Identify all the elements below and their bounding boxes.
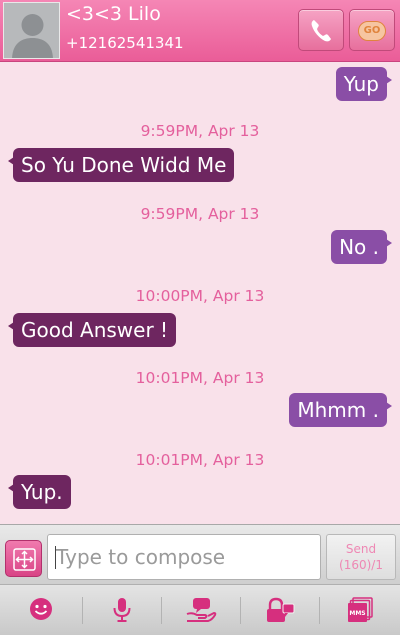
send-button[interactable]: Send (160)/1 xyxy=(326,534,396,580)
incoming-message-bubble[interactable]: Good Answer ! xyxy=(7,313,177,347)
incoming-message-bubble[interactable]: Yup. xyxy=(8,475,71,509)
message-list[interactable]: Yup 9:59PM, Apr 13 So Yu Done Widd Me 9:59P… xyxy=(0,62,400,524)
smiley-icon xyxy=(30,598,52,620)
outgoing-message-bubble[interactable]: No . xyxy=(331,230,392,264)
send-label: Send xyxy=(345,542,377,556)
character-counter: (160)/1 xyxy=(339,558,383,572)
conversation-header: <3<3 Lilo +12162541341 GO xyxy=(0,0,400,62)
outgoing-message-bubble[interactable]: Yup xyxy=(335,67,393,101)
compose-bar: Send (160)/1 xyxy=(0,524,400,584)
attachment-button[interactable] xyxy=(5,540,42,577)
quick-text-button[interactable] xyxy=(162,585,240,635)
call-button[interactable] xyxy=(298,9,344,51)
text-cursor xyxy=(55,546,56,569)
voice-input-button[interactable] xyxy=(83,585,161,635)
phone-icon xyxy=(311,20,331,42)
quick-text-icon xyxy=(186,598,217,622)
contact-number: +12162541341 xyxy=(66,34,184,52)
compose-input[interactable] xyxy=(47,534,321,580)
mms-icon: MMS xyxy=(348,597,373,622)
message-timestamp: 10:00PM, Apr 13 xyxy=(135,287,265,305)
default-avatar-icon xyxy=(12,14,53,58)
message-timestamp: 10:01PM, Apr 13 xyxy=(135,451,265,469)
privacy-lock-button[interactable] xyxy=(241,585,319,635)
emoji-button[interactable] xyxy=(0,585,82,635)
attachment-icon xyxy=(13,548,36,571)
message-timestamp: 10:01PM, Apr 13 xyxy=(135,369,265,387)
contact-name: <3<3 Lilo xyxy=(66,3,161,25)
go-button[interactable]: GO xyxy=(349,9,395,51)
mms-label: MMS xyxy=(349,610,365,617)
outgoing-message-bubble[interactable]: Mhmm . xyxy=(289,393,392,427)
incoming-message-bubble[interactable]: So Yu Done Widd Me xyxy=(7,148,235,182)
microphone-icon xyxy=(113,598,131,622)
message-timestamp: 9:59PM, Apr 13 xyxy=(140,122,260,140)
bottom-toolbar: MMS xyxy=(0,584,400,635)
go-icon: GO xyxy=(358,21,386,41)
contact-avatar[interactable] xyxy=(3,2,60,59)
privacy-lock-icon xyxy=(267,597,295,622)
message-timestamp: 9:59PM, Apr 13 xyxy=(140,205,260,223)
mms-button[interactable]: MMS xyxy=(320,585,400,635)
